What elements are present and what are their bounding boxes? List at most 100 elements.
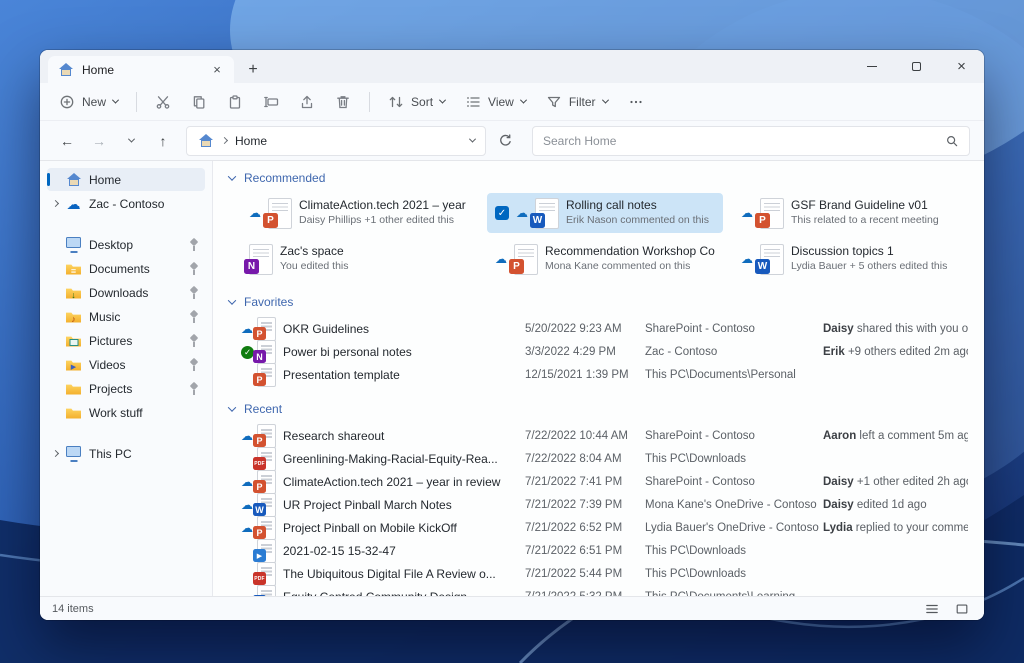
forward-button[interactable] — [86, 128, 112, 154]
section-recommended-header[interactable]: Recommended — [227, 169, 968, 187]
see-more-button[interactable] — [619, 87, 653, 116]
sidebar-item[interactable]: Projects — [47, 377, 205, 400]
file-activity: Daisy +1 other edited 2h ago — [823, 476, 968, 488]
expand-chevron-icon[interactable] — [51, 199, 60, 208]
file-type-icon — [509, 243, 538, 275]
sidebar-item[interactable]: Work stuff — [47, 401, 205, 424]
file-card[interactable]: Zac's space You edited this — [241, 239, 477, 279]
sidebar-item-label: This PC — [89, 446, 132, 461]
breadcrumb[interactable]: Home — [186, 125, 486, 156]
file-card[interactable]: ClimateAction.tech 2021 – year in... Dai… — [241, 193, 477, 233]
file-card[interactable]: GSF Brand Guideline v01 This related to … — [733, 193, 969, 233]
refresh-button[interactable] — [492, 128, 518, 154]
sidebar-item[interactable]: Music — [47, 305, 205, 328]
file-row[interactable]: The Ubiquitous Digital File A Review o..… — [241, 562, 968, 586]
chevron-down-icon — [127, 135, 135, 143]
sidebar-item[interactable]: Zac - Contoso — [47, 192, 205, 215]
file-date: 7/22/2022 8:04 AM — [525, 453, 622, 465]
new-tab-button[interactable] — [240, 57, 266, 83]
toolbar-separator — [369, 91, 371, 112]
sidebar-item[interactable]: Documents — [47, 257, 205, 280]
file-row[interactable]: 2021-02-15 15-32-47 7/21/2022 6:51 PM Th… — [241, 539, 968, 563]
collapse-chevron-icon[interactable] — [227, 172, 237, 181]
file-row[interactable]: Equity Centred Community Design 7/21/202… — [241, 585, 968, 596]
sidebar-item[interactable]: Desktop — [47, 233, 205, 256]
file-card-text: ClimateAction.tech 2021 – year in... Dai… — [299, 198, 469, 227]
breadcrumb-item-home[interactable]: Home — [235, 134, 267, 148]
copy-button[interactable] — [182, 87, 216, 116]
delete-button[interactable] — [326, 87, 360, 116]
favorites-list: OKR Guidelines 5/20/2022 9:23 AM SharePo… — [241, 317, 968, 387]
pin-icon — [189, 286, 199, 299]
new-button[interactable]: New — [50, 87, 127, 116]
file-card-text: Zac's space You edited this — [280, 244, 349, 273]
new-button-label: New — [82, 94, 107, 109]
tab-home[interactable]: Home — [48, 56, 234, 83]
search-input[interactable] — [543, 133, 945, 148]
file-name: Discussion topics 1 — [791, 244, 894, 259]
file-row[interactable]: UR Project Pinball March Notes 7/21/2022… — [241, 493, 968, 517]
minimize-button[interactable] — [849, 50, 894, 83]
file-row[interactable]: Research shareout 7/22/2022 10:44 AM Sha… — [241, 424, 968, 448]
items-count: 14 items — [52, 602, 94, 615]
toolbar-separator — [136, 91, 138, 112]
sidebar-item[interactable]: Pictures — [47, 329, 205, 352]
recent-locations-button[interactable] — [118, 128, 144, 154]
sidebar-item-icon — [65, 446, 82, 462]
file-row[interactable]: Greenlining-Making-Racial-Equity-Rea... … — [241, 447, 968, 471]
sidebar-item-label: Projects — [89, 381, 133, 396]
paste-button[interactable] — [218, 87, 252, 116]
collapse-chevron-icon[interactable] — [227, 403, 237, 412]
file-row[interactable]: Project Pinball on Mobile KickOff 7/21/2… — [241, 516, 968, 540]
file-activity: Erik +9 others edited 2m ago — [823, 346, 968, 358]
up-button[interactable] — [150, 128, 176, 154]
maximize-button[interactable] — [894, 50, 939, 83]
file-type-icon — [244, 243, 273, 275]
file-row[interactable]: Power bi personal notes 3/3/2022 4:29 PM… — [241, 340, 968, 364]
filter-button-label: Filter — [568, 94, 596, 109]
expand-chevron-icon[interactable] — [51, 449, 60, 458]
file-row[interactable]: OKR Guidelines 5/20/2022 9:23 AM SharePo… — [241, 317, 968, 341]
share-button[interactable] — [290, 87, 324, 116]
sidebar-item[interactable]: Videos — [47, 353, 205, 376]
activity-text: left a comment 5m ago — [856, 430, 968, 442]
section-recent-header[interactable]: Recent — [227, 400, 968, 418]
close-button[interactable] — [939, 50, 984, 83]
sidebar-item-label: Music — [89, 309, 121, 324]
file-date: 7/21/2022 6:52 PM — [525, 522, 623, 534]
filter-button[interactable]: Filter — [537, 87, 617, 116]
file-row[interactable]: Presentation template 12/15/2021 1:39 PM… — [241, 363, 968, 387]
sidebar-item[interactable]: Downloads — [47, 281, 205, 304]
file-card[interactable]: Rolling call notes Erik Nason commented … — [487, 193, 723, 233]
cloud-status-icon — [516, 207, 528, 219]
address-dropdown-icon[interactable] — [468, 135, 477, 143]
file-card[interactable]: Discussion topics 1 Lydia Bauer + 5 othe… — [733, 239, 969, 279]
file-activity: This related to a recent meeting — [791, 213, 939, 226]
sidebar-item[interactable]: This PC — [47, 442, 205, 465]
file-date: 3/3/2022 4:29 PM — [525, 346, 616, 358]
window-controls — [849, 50, 984, 83]
tab-close-icon[interactable] — [209, 62, 225, 78]
file-activity: You edited this — [280, 259, 349, 272]
search-box[interactable] — [532, 125, 970, 156]
chevron-down-icon — [601, 96, 609, 104]
details-view-button[interactable] — [922, 600, 942, 618]
rename-button[interactable] — [254, 87, 288, 116]
sidebar-item-label: Videos — [89, 357, 126, 372]
back-button[interactable] — [54, 128, 80, 154]
file-card[interactable]: Recommendation Workshop Content Mona Kan… — [487, 239, 723, 279]
checkbox-icon[interactable] — [495, 206, 509, 220]
file-date: 7/21/2022 6:51 PM — [525, 545, 623, 557]
sidebar-item[interactable]: Home — [47, 168, 205, 191]
cut-button[interactable] — [146, 87, 180, 116]
large-thumbnails-button[interactable] — [952, 600, 972, 618]
share-icon — [301, 95, 313, 108]
section-favorites-header[interactable]: Favorites — [227, 293, 968, 311]
file-activity: Daisy shared this with you on May 9 — [823, 323, 968, 335]
file-name: GSF Brand Guideline v01 — [791, 198, 928, 213]
sort-button[interactable]: Sort — [379, 87, 454, 116]
view-button[interactable]: View — [456, 87, 535, 116]
collapse-chevron-icon[interactable] — [227, 296, 237, 305]
sort-button-label: Sort — [411, 94, 434, 109]
file-row[interactable]: ClimateAction.tech 2021 – year in review… — [241, 470, 968, 494]
